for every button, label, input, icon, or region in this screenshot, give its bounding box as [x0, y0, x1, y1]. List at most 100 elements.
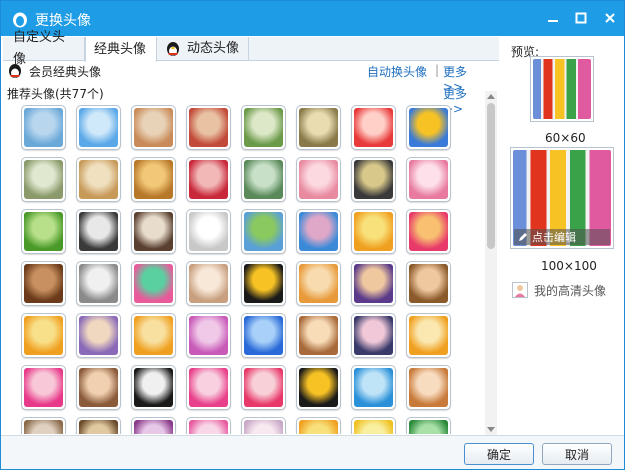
avatar-tile[interactable] [76, 365, 121, 410]
tab-classic-avatar[interactable]: 经典头像 [85, 37, 157, 62]
avatar-image [189, 160, 228, 199]
avatar-image [79, 316, 118, 355]
avatar-tile[interactable] [241, 209, 286, 254]
title-bar[interactable]: 更换头像 [1, 1, 624, 36]
avatar-tile[interactable] [406, 105, 451, 150]
preview-large[interactable]: 点击编辑 [510, 147, 614, 249]
avatar-tile[interactable] [76, 157, 121, 202]
avatar-image [299, 212, 338, 251]
avatar-tile[interactable] [351, 417, 396, 434]
avatar-image [134, 108, 173, 147]
tab-label: 动态头像 [187, 41, 240, 56]
cancel-button[interactable]: 取消 [542, 443, 612, 465]
ok-button[interactable]: 确定 [464, 443, 534, 465]
avatar-tile[interactable] [241, 313, 286, 358]
avatar-tile[interactable] [351, 313, 396, 358]
avatar-tile[interactable] [351, 105, 396, 150]
avatar-tile[interactable] [76, 261, 121, 306]
maximize-button[interactable] [569, 7, 593, 29]
avatar-tile[interactable] [296, 209, 341, 254]
avatar-tile[interactable] [186, 157, 231, 202]
avatar-tile[interactable] [186, 209, 231, 254]
avatar-tile[interactable] [296, 261, 341, 306]
avatar-tile[interactable] [76, 417, 121, 434]
avatar-image [354, 160, 393, 199]
avatar-tile[interactable] [131, 313, 176, 358]
avatar-image [24, 212, 63, 251]
avatar-tile[interactable] [186, 105, 231, 150]
avatar-tile[interactable] [241, 157, 286, 202]
minimize-button[interactable] [541, 7, 565, 29]
avatar-image [24, 108, 63, 147]
avatar-image [134, 420, 173, 434]
dialog-footer: 确定 取消 [1, 435, 624, 469]
avatar-tile[interactable] [351, 365, 396, 410]
vip-penguin-icon [9, 64, 21, 78]
avatar-tile[interactable] [76, 105, 121, 150]
avatar-tile[interactable] [21, 105, 66, 150]
avatar-image [354, 212, 393, 251]
avatar-tile[interactable] [296, 157, 341, 202]
auto-change-avatar-link[interactable]: 自动换头像 [367, 63, 427, 80]
scroll-down-arrow[interactable] [485, 425, 497, 435]
avatar-tile[interactable] [296, 105, 341, 150]
vertical-scrollbar[interactable] [485, 91, 497, 435]
avatar-image [409, 368, 448, 407]
avatar-tile[interactable] [131, 157, 176, 202]
avatar-tile[interactable] [21, 209, 66, 254]
scroll-up-arrow[interactable] [485, 91, 497, 101]
avatar-tile[interactable] [186, 261, 231, 306]
avatar-image [299, 316, 338, 355]
avatar-image [409, 108, 448, 147]
avatar-image [354, 368, 393, 407]
avatar-tile[interactable] [76, 313, 121, 358]
avatar-tile[interactable] [186, 365, 231, 410]
avatar-tile[interactable] [21, 365, 66, 410]
avatar-tile[interactable] [131, 365, 176, 410]
avatar-tile[interactable] [351, 209, 396, 254]
avatar-tile[interactable] [131, 261, 176, 306]
my-hd-avatar-link[interactable]: 我的高清头像 [512, 281, 606, 299]
avatar-tile[interactable] [241, 417, 286, 434]
avatar-image [79, 368, 118, 407]
avatar-tile[interactable] [131, 209, 176, 254]
penguin-icon [167, 42, 179, 56]
avatar-tile[interactable] [21, 417, 66, 434]
close-button[interactable] [598, 7, 622, 29]
avatar-image [24, 316, 63, 355]
avatar-grid [21, 105, 465, 434]
avatar-tile[interactable] [21, 261, 66, 306]
avatar-image [299, 368, 338, 407]
avatar-tile[interactable] [296, 313, 341, 358]
avatar-tile[interactable] [21, 313, 66, 358]
avatar-tile[interactable] [241, 365, 286, 410]
avatar-tile[interactable] [296, 417, 341, 434]
avatar-tile[interactable] [186, 417, 231, 434]
avatar-tile[interactable] [351, 261, 396, 306]
avatar-tile[interactable] [406, 157, 451, 202]
avatar-tile[interactable] [406, 417, 451, 434]
avatar-tile[interactable] [406, 313, 451, 358]
avatar-image [79, 108, 118, 147]
avatar-tile[interactable] [351, 157, 396, 202]
avatar-tile[interactable] [131, 417, 176, 434]
recommended-header: 推荐头像(共77个) 更多>> [7, 83, 485, 116]
avatar-tile[interactable] [131, 105, 176, 150]
avatar-tile[interactable] [406, 365, 451, 410]
avatar-image [79, 212, 118, 251]
click-to-edit-bar[interactable]: 点击编辑 [514, 229, 610, 245]
avatar-tile[interactable] [296, 365, 341, 410]
tab-animated-avatar[interactable]: 动态头像 [157, 37, 249, 61]
avatar-tile[interactable] [21, 157, 66, 202]
scroll-thumb[interactable] [487, 103, 495, 249]
avatar-tile[interactable] [186, 313, 231, 358]
avatar-tile[interactable] [241, 261, 286, 306]
avatar-image [79, 420, 118, 434]
avatar-image [409, 420, 448, 434]
avatar-tile[interactable] [241, 105, 286, 150]
tab-custom-avatar[interactable]: 自定义头像 [5, 30, 85, 67]
avatar-tile[interactable] [76, 209, 121, 254]
avatar-tile[interactable] [406, 209, 451, 254]
avatar-tile[interactable] [406, 261, 451, 306]
avatar-image [244, 160, 283, 199]
